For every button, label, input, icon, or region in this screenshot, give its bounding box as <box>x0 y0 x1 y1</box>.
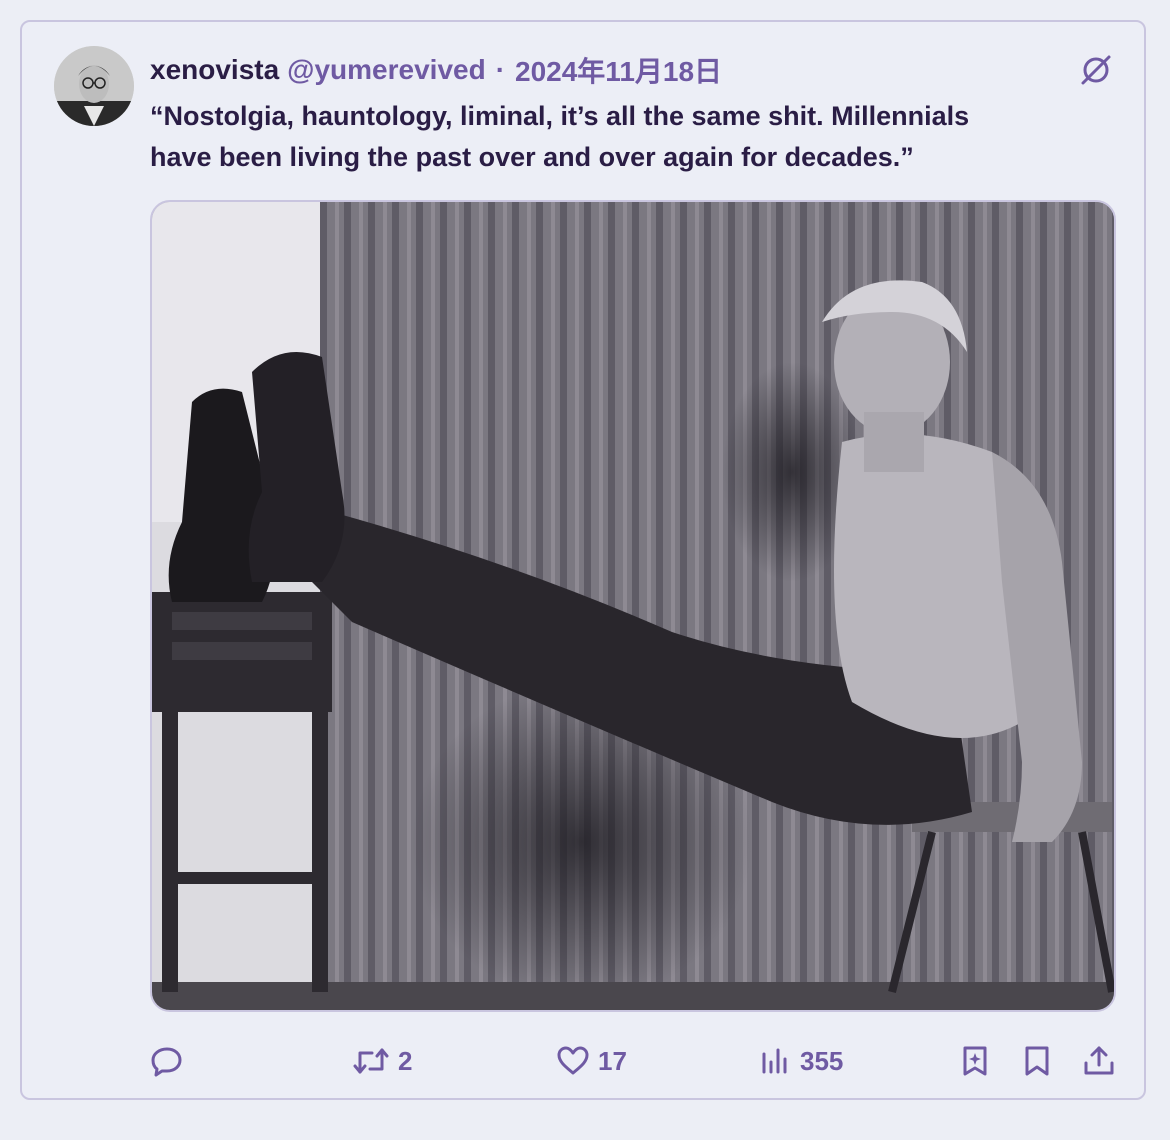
tweet-text-line-1: “Nostolgia, hauntology, liminal, it’s al… <box>150 101 970 131</box>
like-button[interactable]: 17 <box>556 1040 627 1082</box>
retweet-icon <box>352 1044 390 1078</box>
retweet-button[interactable]: 2 <box>352 1040 412 1082</box>
grok-button[interactable] <box>958 1040 992 1082</box>
bookmark-button[interactable] <box>1020 1040 1054 1082</box>
separator: · <box>495 54 506 85</box>
no-symbol-icon[interactable] <box>1078 52 1114 88</box>
share-button[interactable] <box>1082 1040 1116 1082</box>
reply-button[interactable] <box>150 1040 192 1082</box>
views-icon <box>758 1044 792 1078</box>
bookmark-icon <box>1020 1044 1054 1078</box>
tweet-photo[interactable] <box>150 200 1116 1012</box>
like-count: 17 <box>598 1045 627 1076</box>
user-handle[interactable]: @yumerevived <box>287 54 486 86</box>
tweet-text-line-2: have been living the past over and over … <box>150 142 914 172</box>
avatar[interactable] <box>54 46 134 126</box>
views-button[interactable]: 355 <box>758 1040 843 1082</box>
tweet-text: “Nostolgia, hauntology, liminal, it’s al… <box>150 96 1090 178</box>
display-name[interactable]: xenovista <box>150 54 279 86</box>
action-bar: 2 17 355 <box>22 1040 1144 1082</box>
heart-icon <box>556 1044 590 1078</box>
share-icon <box>1082 1044 1116 1078</box>
views-count: 355 <box>800 1045 844 1076</box>
tweet-card[interactable]: xenovista @yumerevived · 2024年11月18日 “No… <box>20 20 1146 1100</box>
reply-icon <box>150 1044 184 1078</box>
tweet-header: xenovista @yumerevived · 2024年11月18日 <box>150 52 722 88</box>
retweet-count: 2 <box>398 1045 413 1076</box>
grok-icon <box>958 1044 992 1078</box>
tweet-date[interactable]: 2024年11月18日 <box>515 50 722 90</box>
